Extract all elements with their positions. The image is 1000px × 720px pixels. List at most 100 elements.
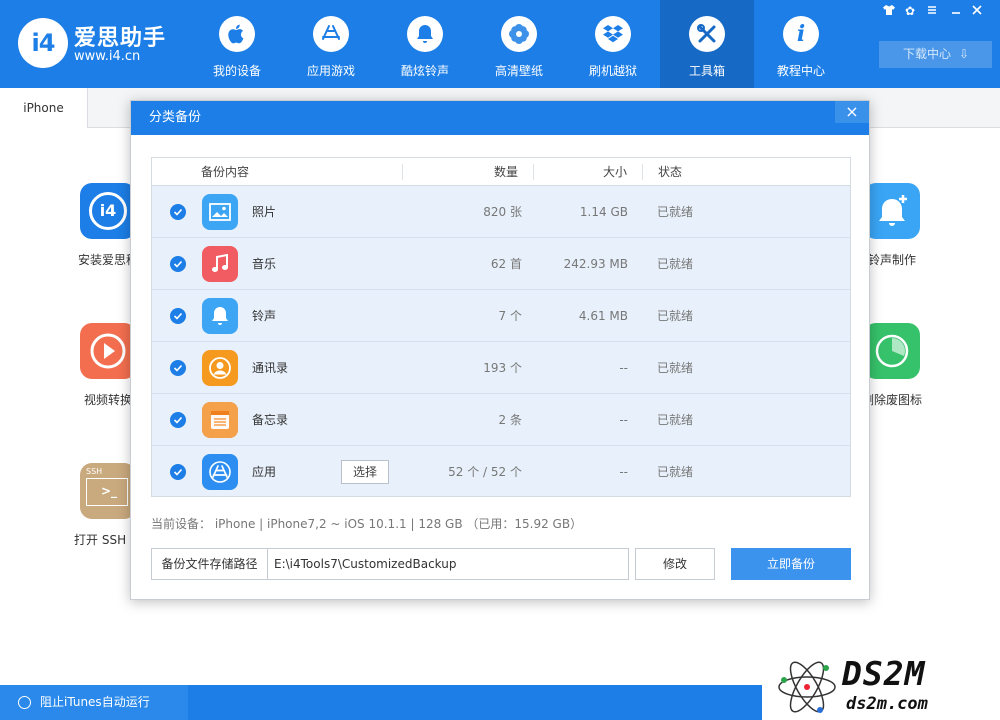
block-itunes-toggle[interactable]: 阻止iTunes自动运行 [0, 685, 188, 720]
item-name: 音乐 [252, 257, 277, 271]
table-header: 备份内容 数量 大小 状态 [152, 158, 850, 186]
item-size: -- [619, 413, 628, 427]
dialog-title: 分类备份 [131, 101, 869, 135]
header-separator [533, 164, 534, 180]
music-icon [202, 246, 238, 282]
close-icon: × [845, 102, 859, 121]
modify-path-button[interactable]: 修改 [635, 548, 715, 580]
backup-path-label: 备份文件存储路径 [151, 548, 268, 580]
app-logo: i4 爱思助手 www.i4.cn [18, 16, 178, 72]
contacts-icon [202, 350, 238, 386]
table-row[interactable]: 音乐 62 首 242.93 MB 已就绪 [152, 238, 850, 290]
backup-path-input[interactable]: E:\i4Tools7\CustomizedBackup [267, 548, 629, 580]
download-icon: ⇩ [959, 47, 970, 61]
backup-now-button[interactable]: 立即备份 [731, 548, 851, 580]
apple-icon [219, 16, 255, 52]
table-row[interactable]: 备忘录 2 条 -- 已就绪 [152, 394, 850, 446]
download-center-label: 下载中心 [903, 47, 952, 61]
nav-ringtones[interactable]: 酷炫铃声 [378, 0, 472, 88]
nav-label: 酷炫铃声 [400, 64, 449, 78]
info-icon: i [783, 16, 819, 52]
nav-toolbox[interactable]: 工具箱 [660, 0, 754, 88]
nav-tutorials[interactable]: i 教程中心 [754, 0, 848, 88]
nav-label: 教程中心 [776, 64, 825, 78]
play-icon [80, 323, 136, 379]
nav-label: 工具箱 [688, 64, 725, 78]
item-status: 已就绪 [657, 465, 694, 479]
table-row[interactable]: 铃声 7 个 4.61 MB 已就绪 [152, 290, 850, 342]
select-apps-button[interactable]: 选择 [341, 460, 389, 484]
notes-icon [202, 402, 238, 438]
item-status: 已就绪 [657, 205, 694, 219]
header-separator [402, 164, 403, 180]
appstore-icon [313, 16, 349, 52]
item-size: -- [619, 465, 628, 479]
minimize-window-icon[interactable] [947, 3, 965, 19]
table-body: 照片 820 张 1.14 GB 已就绪 音乐 62 首 242.93 MB 已… [152, 186, 850, 496]
logo-badge: i4 [18, 18, 68, 68]
shirt-icon[interactable] [880, 3, 898, 19]
dropbox-icon [595, 16, 631, 52]
item-count: 7 个 [498, 309, 522, 323]
nav-label: 刷机越狱 [588, 64, 637, 78]
item-name: 照片 [252, 205, 277, 219]
nav-label: 高清壁纸 [494, 64, 543, 78]
item-size: 4.61 MB [578, 309, 628, 323]
checkbox-checked-icon[interactable] [170, 308, 186, 324]
item-name: 应用 [252, 465, 277, 479]
block-itunes-label: 阻止iTunes自动运行 [40, 695, 150, 709]
checkbox-checked-icon[interactable] [170, 204, 186, 220]
checkbox-checked-icon[interactable] [170, 464, 186, 480]
download-center-button[interactable]: 下载中心 ⇩ [879, 41, 992, 68]
checkbox-checked-icon[interactable] [170, 360, 186, 376]
item-count: 193 个 [483, 361, 522, 375]
minimize-icon[interactable] [923, 3, 941, 19]
gear-icon[interactable]: ✿ [901, 3, 919, 19]
item-status: 已就绪 [657, 309, 694, 323]
watermark-text: DS2M [842, 654, 926, 693]
close-icon[interactable] [968, 3, 986, 19]
header-separator [642, 164, 643, 180]
watermark-sub: ds2m.com [846, 694, 928, 714]
item-status: 已就绪 [657, 257, 694, 271]
header-status: 状态 [658, 165, 683, 179]
radio-circle-icon [18, 696, 31, 709]
item-name: 备忘录 [252, 413, 289, 427]
ssh-icon: SSH >_ [80, 463, 136, 519]
backup-table: 备份内容 数量 大小 状态 照片 820 张 1.14 GB 已就绪 音乐 62… [151, 157, 851, 497]
item-size: -- [619, 361, 628, 375]
nav-my-device[interactable]: 我的设备 [190, 0, 284, 88]
item-status: 已就绪 [657, 361, 694, 375]
item-size: 242.93 MB [563, 257, 628, 271]
item-count: 820 张 [483, 205, 522, 219]
table-row[interactable]: 应用 选择 52 个 / 52 个 -- 已就绪 [152, 446, 850, 498]
header-size: 大小 [603, 165, 628, 179]
table-row[interactable]: 照片 820 张 1.14 GB 已就绪 [152, 186, 850, 238]
item-size: 1.14 GB [579, 205, 628, 219]
photos-icon [202, 194, 238, 230]
item-status: 已就绪 [657, 413, 694, 427]
nav-label: 我的设备 [212, 64, 261, 78]
nav-apps-games[interactable]: 应用游戏 [284, 0, 378, 88]
i4-icon: i4 [80, 183, 136, 239]
dialog-close-button[interactable]: × [835, 101, 869, 123]
header-content: 备份内容 [201, 165, 250, 179]
bell-icon [407, 16, 443, 52]
checkbox-checked-icon[interactable] [170, 256, 186, 272]
tab-iphone[interactable]: iPhone [0, 88, 88, 128]
current-device-info: 当前设备： iPhone | iPhone7,2 ~ iOS 10.1.1 | … [151, 517, 583, 531]
table-row[interactable]: 通讯录 193 个 -- 已就绪 [152, 342, 850, 394]
item-name: 通讯录 [252, 361, 289, 375]
watermark: DS2M ds2m.com [762, 652, 1000, 720]
item-count: 62 首 [490, 257, 522, 271]
item-count: 52 个 / 52 个 [448, 465, 522, 479]
item-count: 2 条 [498, 413, 522, 427]
checkbox-checked-icon[interactable] [170, 412, 186, 428]
appstore-icon [202, 454, 238, 490]
atom-logo-icon [778, 661, 836, 713]
category-backup-dialog: 分类备份 × 备份内容 数量 大小 状态 照片 820 张 1.14 GB 已就… [130, 100, 870, 600]
nav-wallpapers[interactable]: 高清壁纸 [472, 0, 566, 88]
item-name: 铃声 [252, 309, 277, 323]
tools-icon [689, 16, 725, 52]
nav-flash-jailbreak[interactable]: 刷机越狱 [566, 0, 660, 88]
